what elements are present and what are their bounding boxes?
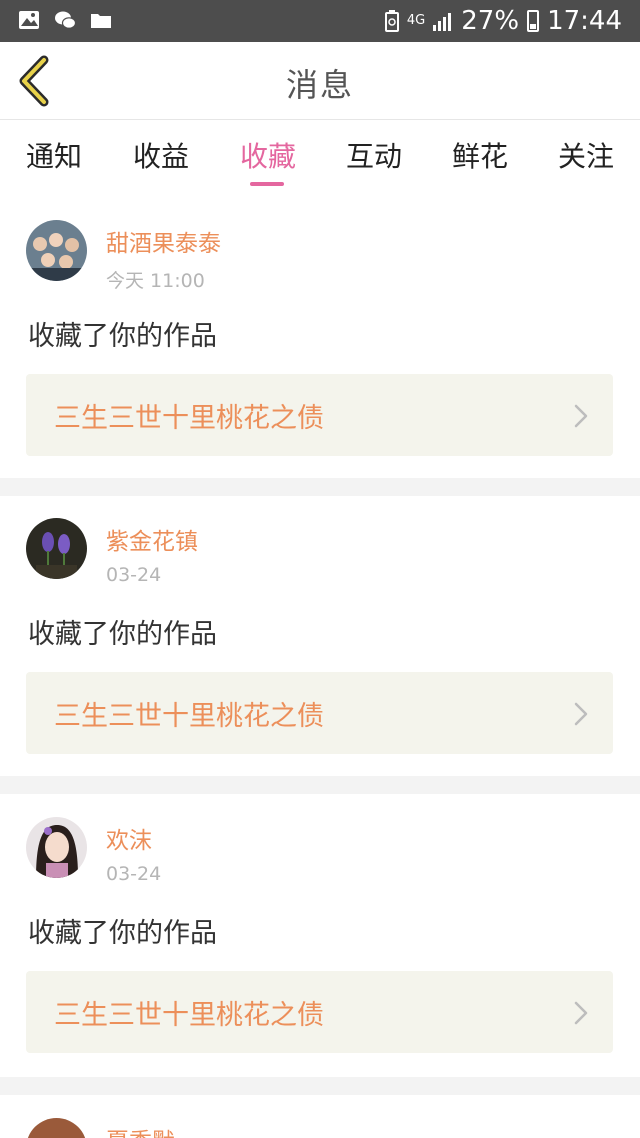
tab-bar: 通知 收益 收藏 互动 鲜花 关注 [0,121,640,198]
divider [0,1077,640,1095]
network-type: 4G [406,13,426,28]
status-bar: 4G 27% 17:44 [0,0,640,42]
status-notifications [18,9,112,31]
tab-flowers[interactable]: 鲜花 [452,135,508,175]
user-name[interactable]: 甜酒果泰泰 [106,224,221,258]
avatar[interactable] [26,817,87,878]
work-title: 三生三世十里桃花之债 [54,701,324,732]
clock: 17:44 [547,6,622,36]
message-time: 03-24 [106,564,162,586]
battery-icon [527,10,540,32]
page-title: 消息 [285,66,354,104]
tab-follows[interactable]: 关注 [558,135,614,175]
chevron-right-icon [574,1001,588,1025]
divider [0,478,640,496]
user-name[interactable]: 紫金花镇 [106,522,198,556]
tab-favorites[interactable]: 收藏 [240,135,296,175]
avatar[interactable] [26,220,87,281]
message-item: 欢沫 03-24 收藏了你的作品 三生三世十里桃花之债 [0,795,640,1077]
tab-notifications[interactable]: 通知 [26,135,82,175]
message-text: 收藏了你的作品 [28,918,217,949]
message-time: 03-24 [106,863,162,885]
tab-earnings[interactable]: 收益 [133,135,189,175]
work-link[interactable]: 三生三世十里桃花之债 [26,971,613,1053]
message-item: 紫金花镇 03-24 收藏了你的作品 三生三世十里桃花之债 [0,496,640,778]
avatar[interactable] [26,1118,87,1138]
tab-interactions[interactable]: 互动 [346,135,402,175]
message-time: 今天 11:00 [106,270,205,292]
work-link[interactable]: 三生三世十里桃花之债 [26,374,613,456]
chevron-right-icon [574,404,588,428]
divider [0,776,640,794]
chevron-right-icon [574,702,588,726]
user-name[interactable]: 夏季默 [106,1122,175,1138]
gallery-icon [19,11,39,29]
user-name[interactable]: 欢沫 [106,821,152,855]
work-title: 三生三世十里桃花之债 [54,1000,324,1031]
signal-icon [433,13,452,31]
work-title: 三生三世十里桃花之债 [54,403,324,434]
active-tab-indicator [250,182,284,186]
message-text: 收藏了你的作品 [28,321,217,352]
app-header: 消息 [0,42,640,120]
message-item: 甜酒果泰泰 今天 11:00 收藏了你的作品 三生三世十里桃花之债 [0,198,640,480]
recycle-icon [384,10,399,32]
wechat-icon [55,11,76,29]
avatar[interactable] [26,518,87,579]
folder-icon [91,14,111,28]
status-system: 4G 27% 17:44 [384,0,622,42]
message-text: 收藏了你的作品 [28,619,217,650]
battery-percent: 27% [461,6,520,36]
work-link[interactable]: 三生三世十里桃花之债 [26,672,613,754]
